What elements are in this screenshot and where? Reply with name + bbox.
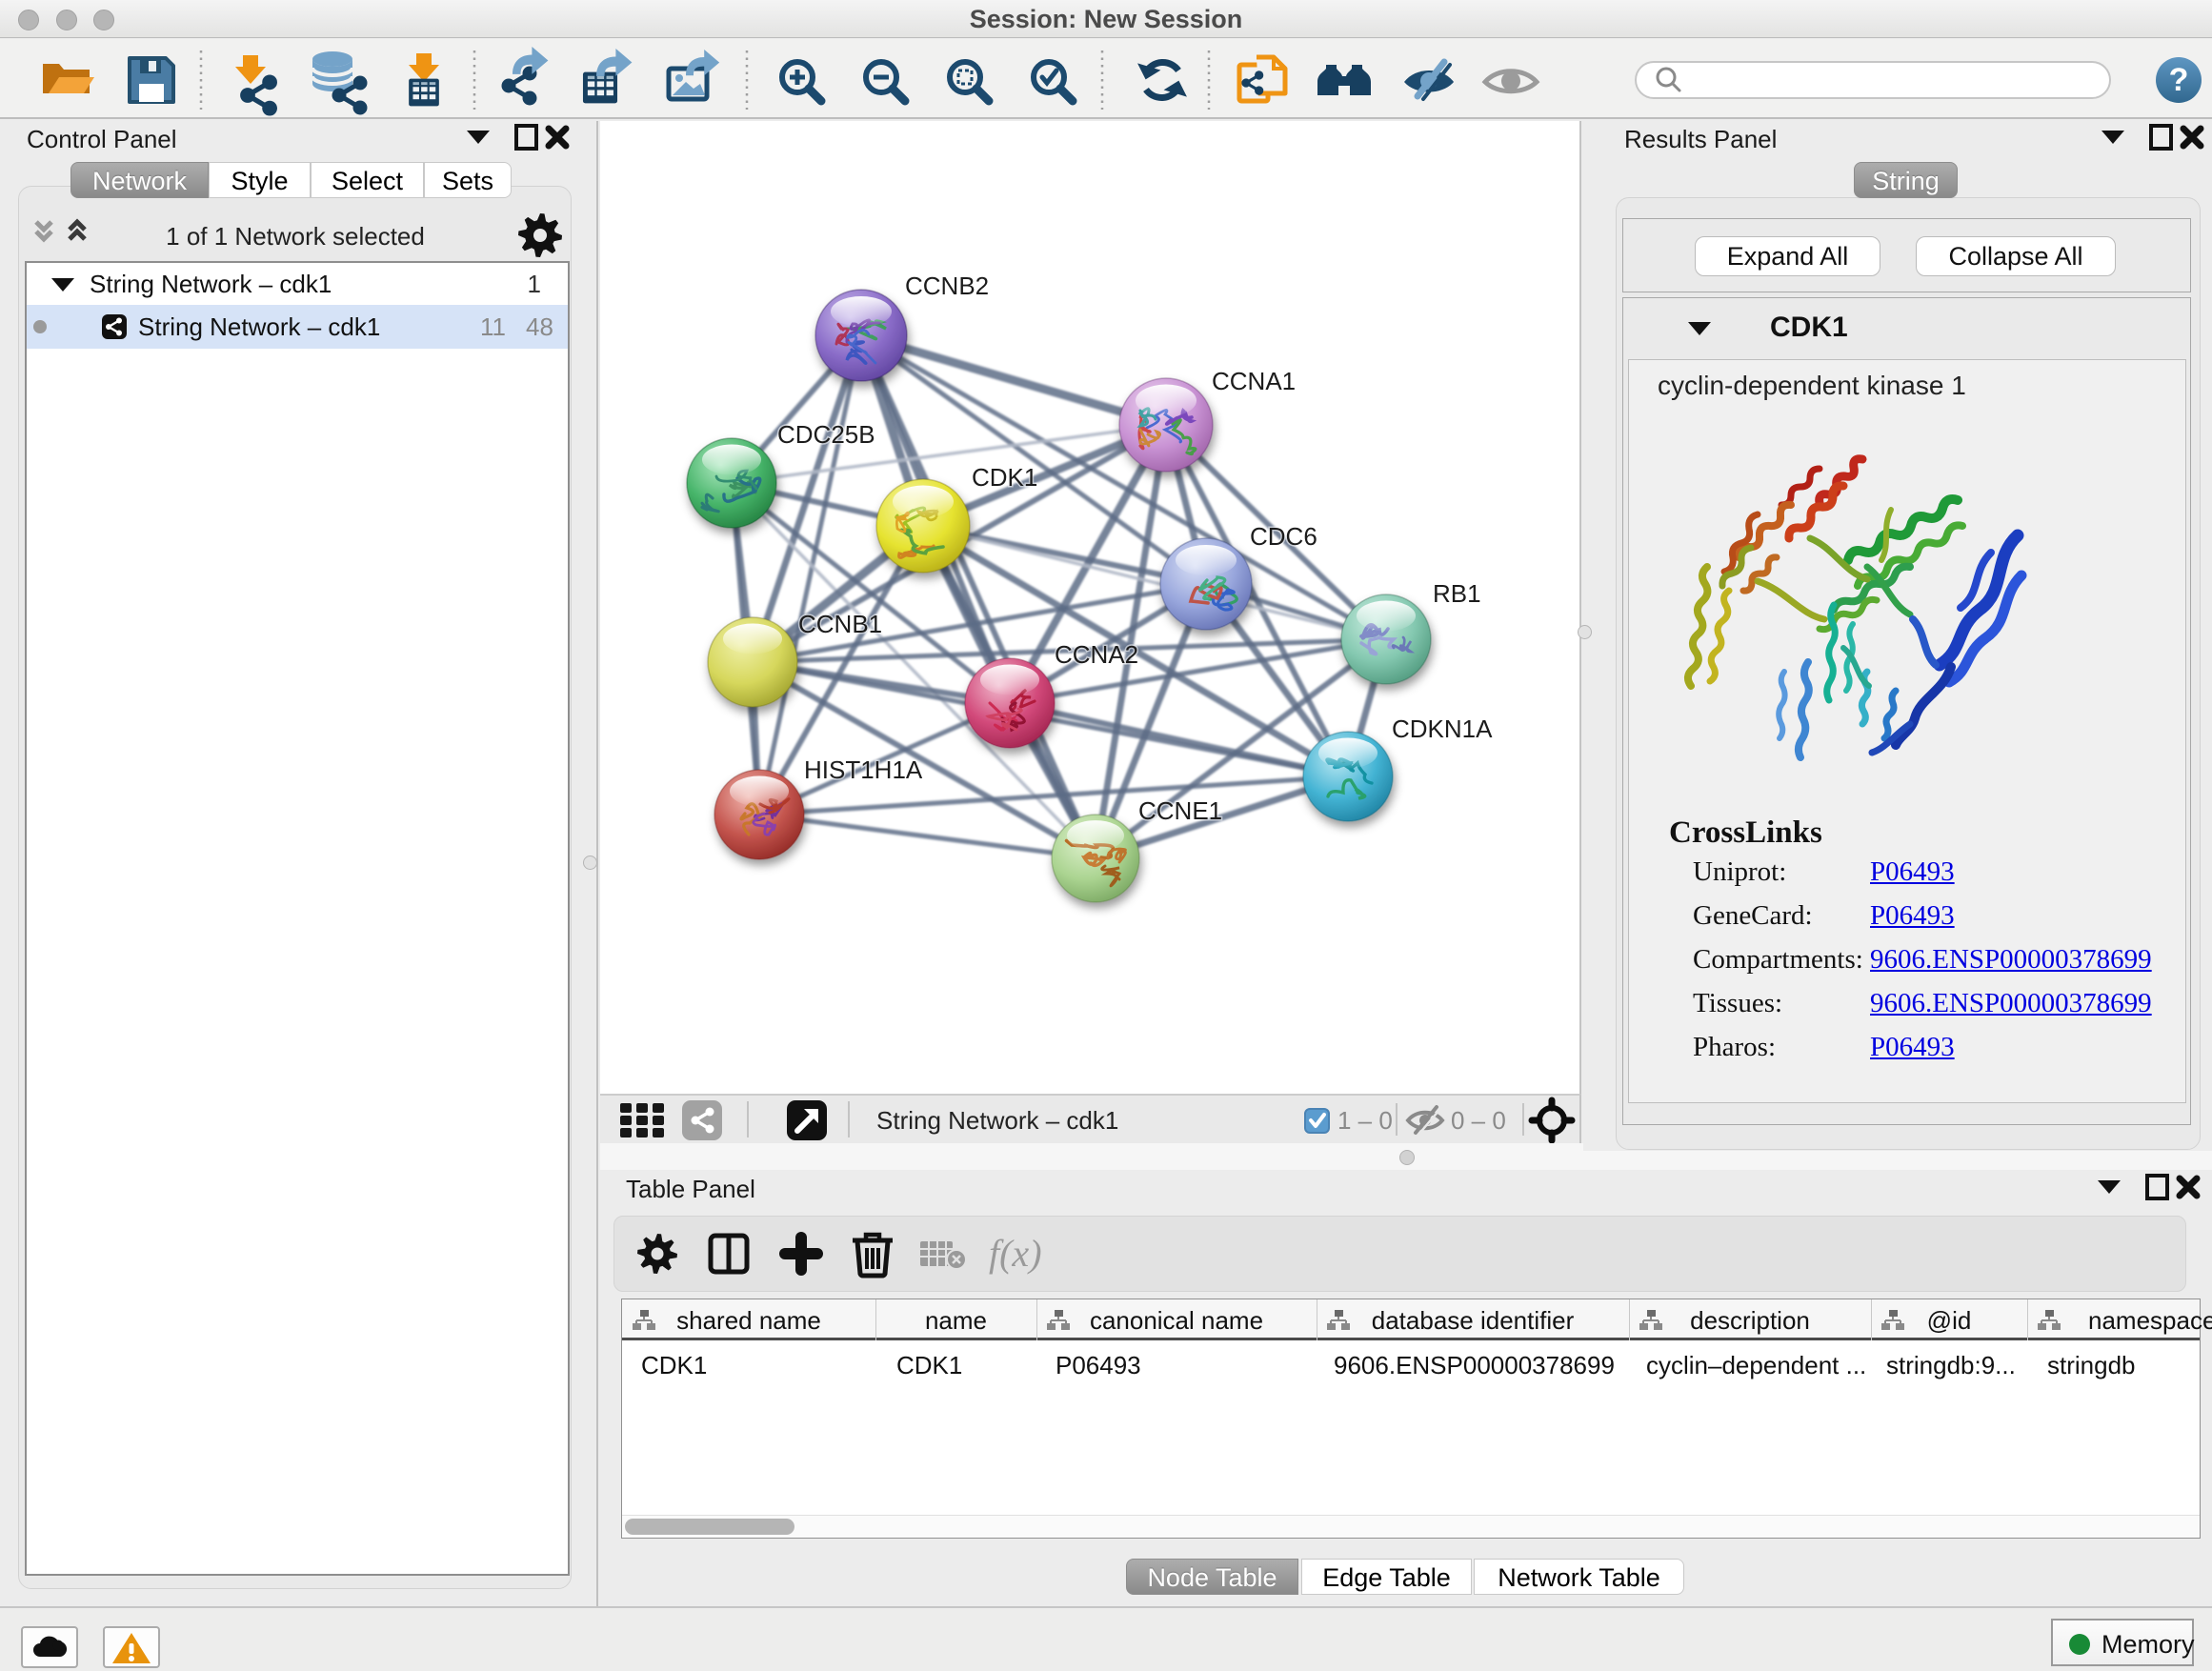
svg-text:HIST1H1A: HIST1H1A xyxy=(804,755,923,784)
svg-text:CDK1: CDK1 xyxy=(972,463,1037,492)
svg-text:CCNA1: CCNA1 xyxy=(1212,367,1296,395)
svg-text:CDKN1A: CDKN1A xyxy=(1392,715,1493,743)
svg-text:CCNE1: CCNE1 xyxy=(1138,796,1222,825)
svg-text:?: ? xyxy=(2169,62,2189,98)
svg-text:CCNA2: CCNA2 xyxy=(1055,640,1138,669)
svg-text:CCNB1: CCNB1 xyxy=(798,610,882,638)
svg-text:CCNB2: CCNB2 xyxy=(905,272,989,300)
svg-text:CDC6: CDC6 xyxy=(1250,522,1317,551)
svg-text:RB1: RB1 xyxy=(1433,579,1481,608)
svg-text:CDC25B: CDC25B xyxy=(777,420,875,449)
